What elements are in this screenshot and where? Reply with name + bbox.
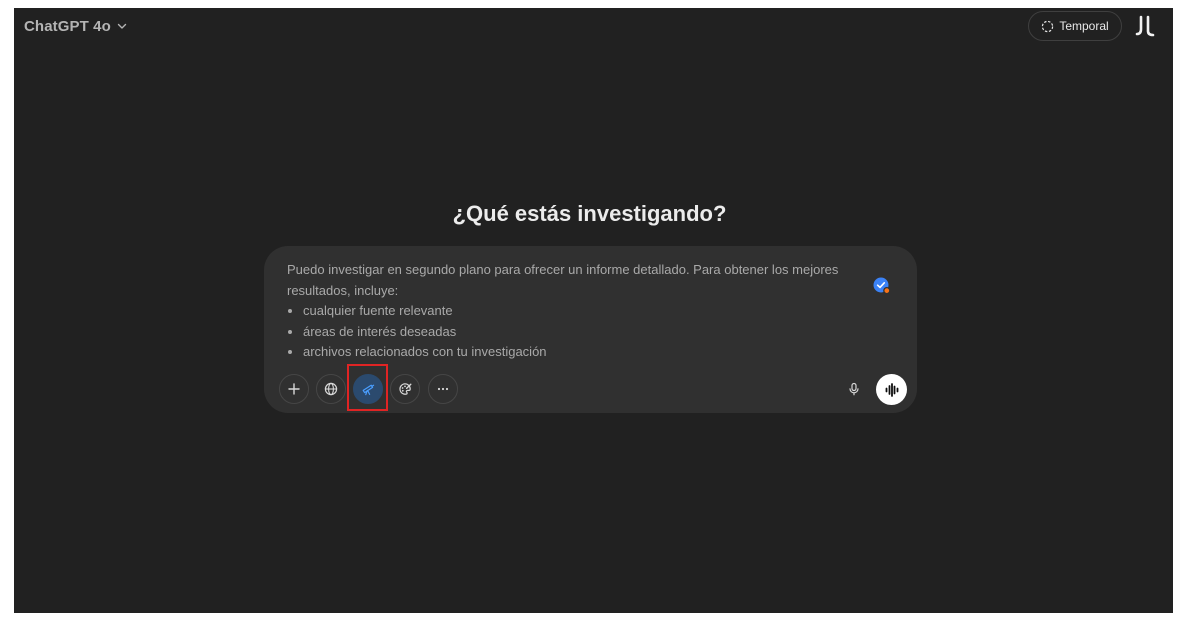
- page-title: ¿Qué estás investigando?: [452, 201, 727, 226]
- canvas-button[interactable]: [390, 374, 420, 404]
- chatgpt-window: ChatGPT 4o Temporal ¿Qué estás investiga…: [14, 8, 1173, 613]
- microphone-icon: [847, 382, 861, 396]
- dictate-button[interactable]: [840, 375, 868, 403]
- model-selector[interactable]: ChatGPT 4o: [24, 16, 127, 36]
- chevron-down-icon: [117, 21, 127, 31]
- user-avatar-icon[interactable]: [1134, 14, 1158, 38]
- placeholder-item: cualquier fuente relevante: [303, 301, 862, 322]
- web-search-button[interactable]: [316, 374, 346, 404]
- voice-waveform-icon: [884, 382, 900, 398]
- prompt-composer[interactable]: Puedo investigar en segundo plano para o…: [264, 246, 917, 413]
- placeholder-item: áreas de interés deseadas: [303, 322, 862, 343]
- prompt-placeholder[interactable]: Puedo investigar en segundo plano para o…: [287, 260, 862, 363]
- placeholder-item: archivos relacionados con tu investigaci…: [303, 342, 862, 363]
- palette-icon: [398, 382, 412, 396]
- verified-check-icon: [873, 277, 891, 295]
- temporal-chat-button[interactable]: Temporal: [1028, 11, 1122, 41]
- temporal-label: Temporal: [1059, 19, 1109, 33]
- more-tools-button[interactable]: [428, 374, 458, 404]
- attach-button[interactable]: [279, 374, 309, 404]
- placeholder-intro: Puedo investigar en segundo plano para o…: [287, 262, 839, 298]
- placeholder-list: cualquier fuente relevante áreas de inte…: [287, 301, 862, 363]
- ellipsis-icon: [436, 382, 450, 396]
- dashed-circle-icon: [1041, 20, 1054, 33]
- highlight-annotation: [347, 364, 388, 411]
- voice-mode-button[interactable]: [876, 374, 907, 405]
- globe-icon: [324, 382, 338, 396]
- model-name: ChatGPT 4o: [24, 17, 111, 35]
- plus-icon: [287, 382, 301, 396]
